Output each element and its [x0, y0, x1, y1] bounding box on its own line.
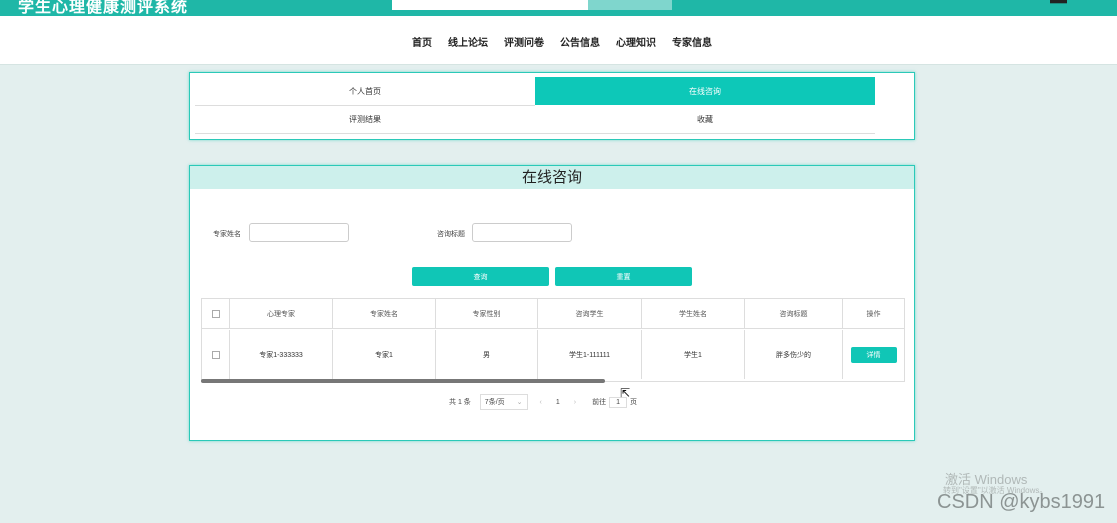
- search-input[interactable]: [392, 0, 588, 10]
- panel-title: 在线咨询: [190, 166, 914, 189]
- menu-item-favorites[interactable]: 收藏: [535, 105, 875, 134]
- table-cell: 男: [436, 330, 538, 379]
- site-title: 学生心理健康测评系统: [18, 0, 189, 16]
- chevron-down-icon: ⌄: [516, 399, 523, 406]
- pager-total: 共 1 条: [449, 399, 471, 406]
- nav-item-questionnaire[interactable]: 评测问卷: [504, 34, 544, 49]
- action-cell: 详情: [843, 330, 904, 379]
- detail-button[interactable]: 详情: [850, 346, 897, 363]
- expert-name-input[interactable]: [249, 223, 349, 242]
- search-button[interactable]: [588, 0, 672, 10]
- reset-button[interactable]: 重置: [555, 267, 692, 286]
- next-page-icon[interactable]: ›: [574, 399, 576, 406]
- consult-panel: 在线咨询 专家姓名 咨询标题 查询 重置 心理专家 专家姓名 专家性别 咨询学生…: [189, 165, 915, 441]
- consult-table: 心理专家 专家姓名 专家性别 咨询学生 学生姓名 咨询标题 操作 专家1-333…: [201, 298, 905, 382]
- select-all-checkbox[interactable]: [211, 309, 220, 318]
- menu-item-consult[interactable]: 在线咨询: [535, 77, 875, 105]
- nav-item-knowledge[interactable]: 心理知识: [616, 34, 656, 49]
- goto-label: 前往: [592, 399, 607, 406]
- table-cell: 学生1: [642, 330, 745, 379]
- nav-item-announcements[interactable]: 公告信息: [560, 34, 600, 49]
- page-unit: 页: [630, 399, 638, 406]
- current-page[interactable]: 1: [556, 399, 560, 406]
- table-header: 咨询学生: [538, 299, 642, 329]
- menu-item-results[interactable]: 评测结果: [195, 105, 535, 134]
- table-cell: 专家1: [333, 330, 436, 379]
- nav-item-home[interactable]: 首页: [412, 34, 432, 49]
- prev-page-icon[interactable]: ‹: [540, 399, 542, 406]
- user-menu-panel: 个人首页 在线咨询 评测结果 收藏: [189, 72, 915, 140]
- table-cell: 胖多伤少的: [745, 330, 843, 379]
- expert-name-label: 专家姓名: [213, 231, 241, 238]
- menu-item-profile[interactable]: 个人首页: [195, 77, 535, 106]
- table-cell: 学生1-111111: [538, 330, 642, 379]
- table-header: 专家性别: [436, 299, 538, 329]
- table-scrollbar[interactable]: [201, 379, 605, 383]
- table-header: 专家姓名: [333, 299, 436, 329]
- nav-items: 首页 线上论坛 评测问卷 公告信息 心理知识 专家信息: [412, 34, 728, 49]
- main-nav: 首页 线上论坛 评测问卷 公告信息 心理知识 专家信息: [0, 16, 1117, 65]
- page-size-value: 7条/页: [484, 399, 505, 406]
- csdn-watermark: CSDN @kybs1991: [937, 491, 1106, 513]
- top-bar: 学生心理健康测评系统 ▀▀: [0, 0, 1117, 16]
- row-select-cell: [202, 330, 230, 379]
- query-button[interactable]: 查询: [412, 267, 549, 286]
- select-all-cell: [202, 299, 230, 329]
- page-size-select[interactable]: 7条/页 ⌄: [479, 394, 528, 410]
- user-icon[interactable]: ▀▀: [1050, 0, 1068, 9]
- table-header: 操作: [843, 299, 904, 329]
- nav-item-experts[interactable]: 专家信息: [672, 34, 712, 49]
- row-checkbox[interactable]: [211, 350, 220, 359]
- consult-title-label: 咨询标题: [437, 231, 465, 238]
- consult-title-input[interactable]: [472, 223, 572, 242]
- table-header: 心理专家: [230, 299, 333, 329]
- nav-item-forum[interactable]: 线上论坛: [448, 34, 488, 49]
- table-header: 学生姓名: [642, 299, 745, 329]
- mouse-cursor-icon: ⇱: [620, 386, 631, 400]
- table-header: 咨询标题: [745, 299, 843, 329]
- pagination: 共 1 条 7条/页 ⌄ ‹ 1 › 前往 1 页: [449, 394, 637, 410]
- table-cell: 专家1-333333: [230, 330, 333, 379]
